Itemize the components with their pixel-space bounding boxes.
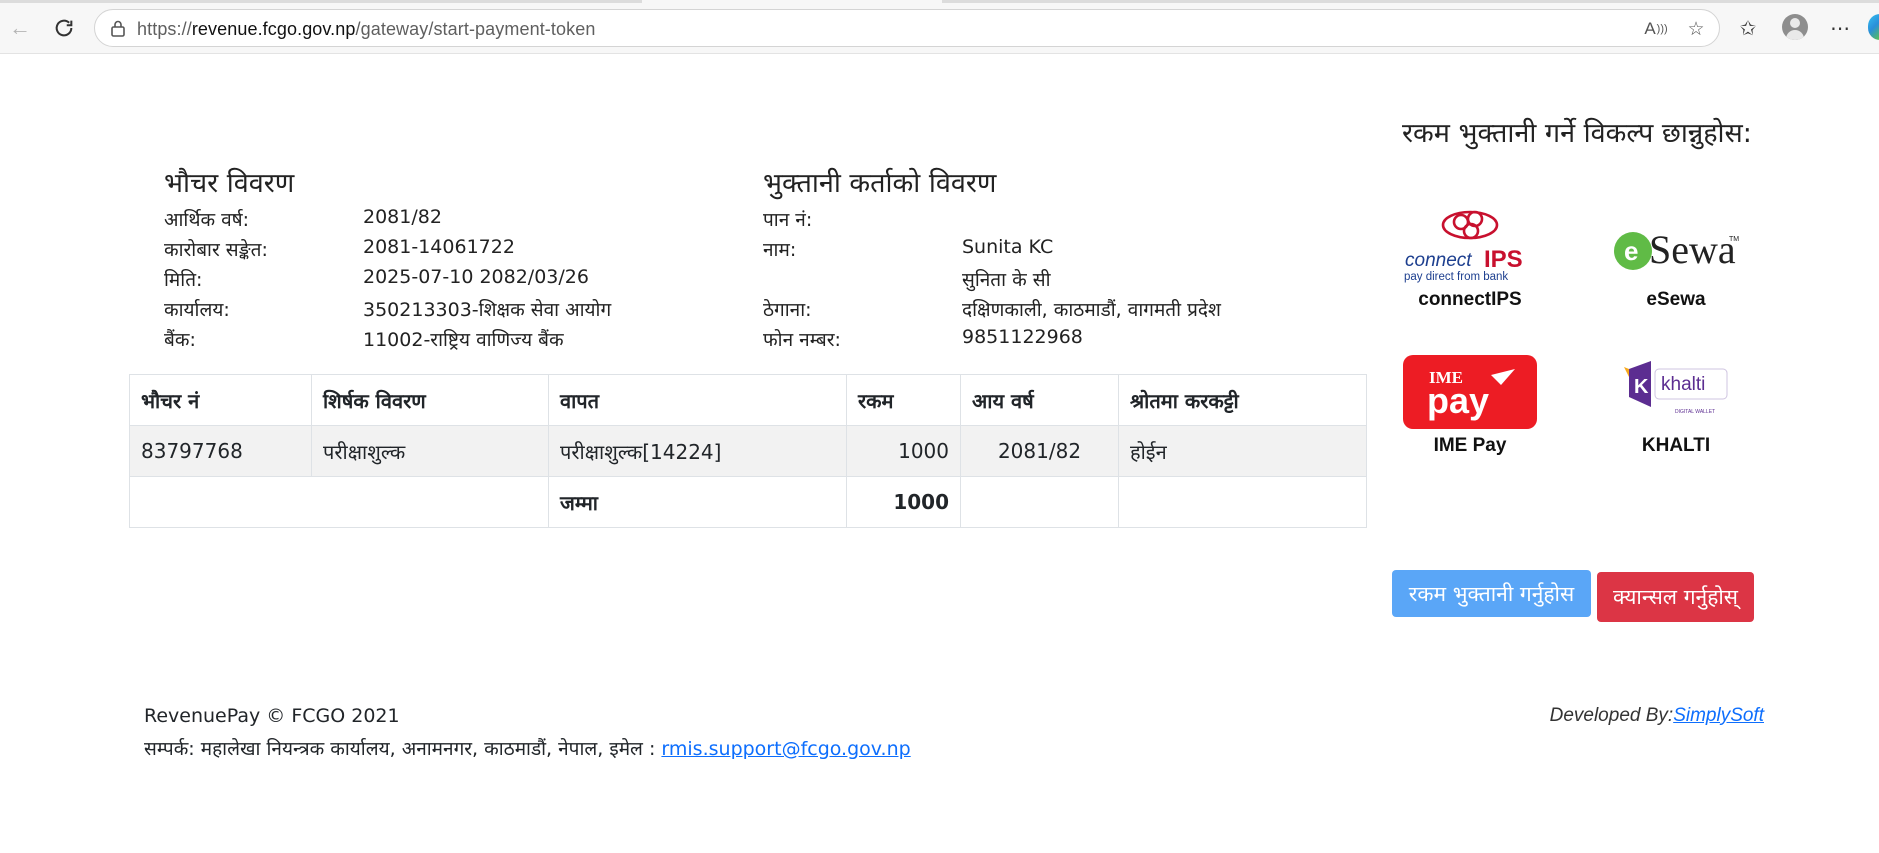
svg-text:IPS: IPS	[1484, 246, 1523, 273]
cell-tds: होईन	[1118, 425, 1367, 477]
footer-contact-text: सम्पर्क: महालेखा नियन्त्रक कार्यालय, अना…	[144, 738, 662, 760]
url-text[interactable]: https://revenue.fcgo.gov.np/gateway/star…	[137, 19, 595, 40]
voucher-table: भौचर नं शिर्षक विवरण वापत रकम आय वर्ष श्…	[129, 374, 1367, 528]
favorite-star-icon[interactable]: ☆	[1683, 16, 1709, 42]
col-tds: श्रोतमा करकट्टी	[1118, 374, 1367, 426]
profile-avatar-icon[interactable]	[1782, 14, 1808, 40]
connectips-logo: connect IPS pay direct from bank	[1401, 207, 1539, 283]
voucher-details: आर्थिक वर्ष: 2081/82 कारोबार सङ्केत: 2081-…	[164, 206, 612, 351]
connectips-label: connectIPS	[1418, 289, 1522, 310]
voucher-heading: भौचर विवरण	[164, 168, 295, 199]
khalti-label: KHALTI	[1641, 435, 1711, 456]
cell-voucher-no: 83797768	[129, 425, 312, 477]
total-label: जम्मा	[548, 476, 847, 528]
cell-empty	[129, 476, 549, 528]
col-income-year: आय वर्ष	[960, 374, 1119, 426]
read-aloud-icon[interactable]: A)))	[1643, 16, 1669, 42]
more-icon[interactable]: ⋯	[1825, 13, 1855, 43]
svg-text:DIGITAL WALLET: DIGITAL WALLET	[1675, 409, 1715, 415]
tab-strip-edge	[0, 0, 1879, 3]
address-bar[interactable]: https://revenue.fcgo.gov.np/gateway/star…	[94, 9, 1720, 47]
lock-icon[interactable]	[109, 19, 127, 37]
svg-text:TM: TM	[1729, 236, 1739, 243]
esewa-logo: e Sewa TM	[1611, 207, 1741, 283]
col-title: शिर्षक विवरण	[311, 374, 549, 426]
url-prefix: https://	[137, 19, 192, 39]
pay-button[interactable]: रकम भुक्तानी गर्नुहोस	[1392, 570, 1591, 617]
page-content: भौचर विवरण आर्थिक वर्ष: 2081/82 कारोबार स…	[0, 55, 1879, 853]
svg-text:K: K	[1634, 376, 1649, 398]
payer-heading: भुक्तानी कर्ताको विवरण	[763, 168, 997, 199]
table-header-row: भौचर नं शिर्षक विवरण वापत रकम आय वर्ष श्…	[129, 374, 1367, 426]
developed-by-label: Developed By:	[1549, 705, 1674, 726]
footer-info: RevenuePay © FCGO 2021 सम्पर्क: महालेखा …	[144, 705, 911, 765]
payment-option-khalti[interactable]: K khalti DIGITAL WALLET KHALTI	[1596, 355, 1756, 457]
imepay-logo: IME pay	[1403, 355, 1537, 429]
cell-amount: 1000	[846, 425, 961, 477]
favorites-icon[interactable]: ✩	[1733, 13, 1763, 43]
cell-empty	[1118, 476, 1367, 528]
support-email-link[interactable]: rmis.support@fcgo.gov.np	[661, 738, 910, 760]
payment-option-esewa[interactable]: e Sewa TM eSewa	[1596, 207, 1756, 311]
svg-text:connect: connect	[1405, 250, 1472, 271]
footer-developer: Developed By:SimplySoft	[1550, 705, 1764, 727]
payment-options-title: रकम भुक्तानी गर्ने विकल्प छान्नुहोस:	[1402, 118, 1752, 149]
footer-copyright: RevenuePay © FCGO 2021	[144, 705, 400, 727]
cell-empty	[960, 476, 1119, 528]
cell-purpose: परीक्षाशुल्क[14224]	[548, 425, 847, 477]
cell-title: परीक्षाशुल्क	[311, 425, 549, 477]
footer-contact: सम्पर्क: महालेखा नियन्त्रक कार्यालय, अना…	[144, 735, 911, 765]
svg-text:Sewa: Sewa	[1649, 227, 1736, 272]
table-total-row: जम्मा 1000	[129, 476, 1367, 528]
svg-text:pay: pay	[1427, 380, 1489, 421]
payment-option-imepay[interactable]: IME pay IME Pay	[1390, 355, 1550, 457]
khalti-logo: K khalti DIGITAL WALLET	[1621, 355, 1731, 429]
cell-income-year: 2081/82	[960, 425, 1119, 477]
browser-toolbar: ← https://revenue.fcgo.gov.np/gateway/st…	[0, 0, 1879, 54]
imepay-label: IME Pay	[1433, 435, 1507, 456]
url-domain: revenue.fcgo.gov.np	[191, 19, 356, 39]
payment-option-connectips[interactable]: connect IPS pay direct from bank connect…	[1390, 207, 1550, 311]
col-amount: रकम	[846, 374, 961, 426]
svg-text:e: e	[1624, 236, 1638, 266]
url-path: /gateway/start-payment-token	[355, 19, 596, 39]
svg-text:khalti: khalti	[1661, 374, 1705, 395]
total-value: 1000	[846, 476, 961, 528]
esewa-label: eSewa	[1646, 289, 1706, 310]
refresh-icon[interactable]	[48, 12, 80, 44]
edge-copilot-icon[interactable]	[1868, 14, 1879, 40]
payer-details: पान नं: नाम: Sunita KC सुनिता के सी ठेगान…	[763, 209, 1221, 351]
table-row: 83797768 परीक्षाशुल्क परीक्षाशुल्क[14224…	[129, 425, 1367, 477]
col-purpose: वापत	[548, 374, 847, 426]
col-voucher-no: भौचर नं	[129, 374, 312, 426]
cancel-button[interactable]: क्यान्सल गर्नुहोस्	[1597, 572, 1754, 622]
svg-text:pay direct from bank: pay direct from bank	[1404, 271, 1508, 283]
back-arrow-icon[interactable]: ←	[4, 12, 36, 44]
developer-link[interactable]: SimplySoft	[1673, 705, 1764, 726]
